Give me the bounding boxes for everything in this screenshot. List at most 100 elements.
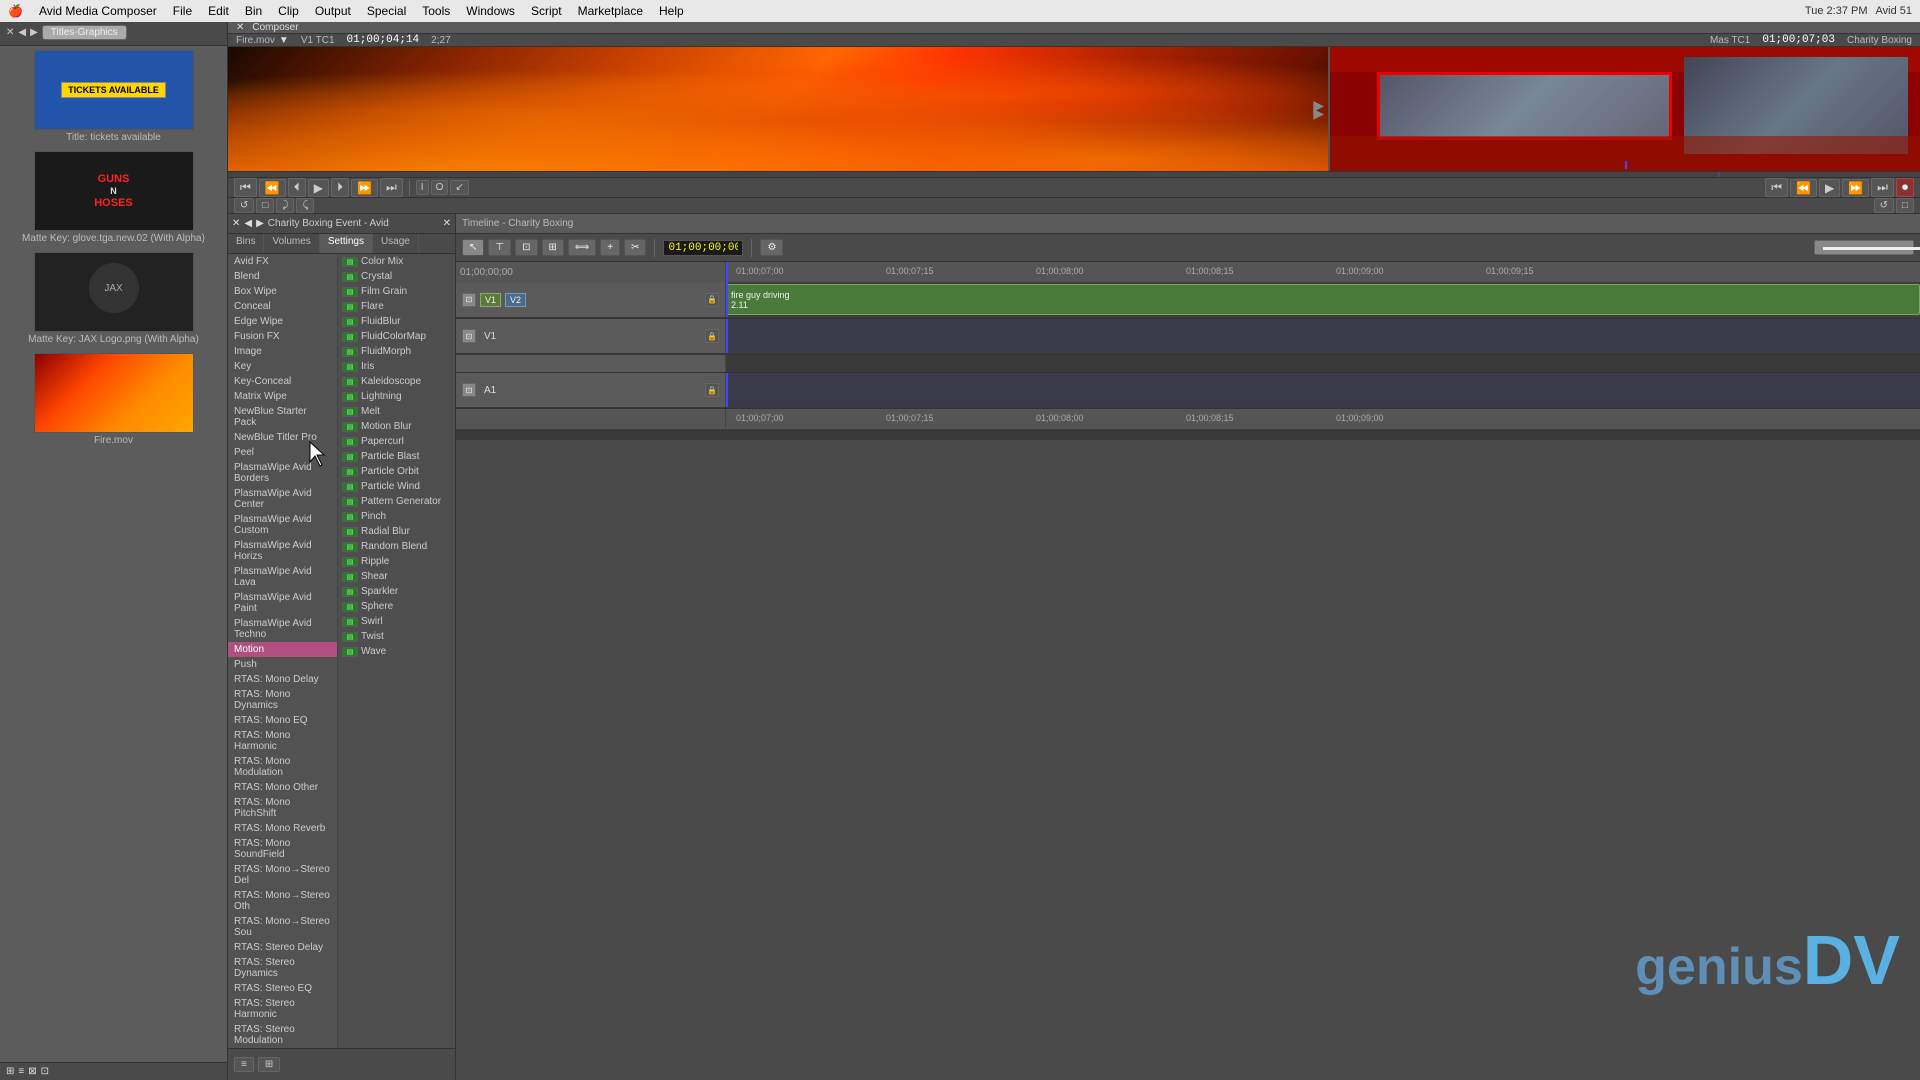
ctrl2-splice[interactable]: ⤸ (276, 198, 294, 213)
tl-tool-razor[interactable]: ✂ (624, 239, 646, 256)
bin-tool-icon[interactable]: ≡ (18, 1066, 24, 1077)
cat-push[interactable]: Push (228, 657, 337, 672)
menu-tools[interactable]: Tools (422, 4, 450, 18)
ctrl-in[interactable]: I (416, 180, 429, 195)
tl-settings[interactable]: ⚙ (760, 239, 783, 256)
cat-motion[interactable]: Motion (228, 642, 337, 657)
ctrl-r-rew[interactable]: ⏪ (1790, 179, 1817, 197)
track-v2-source[interactable]: V2 (505, 293, 526, 307)
tl-tool-add[interactable]: + (600, 239, 620, 256)
apple-menu[interactable]: 🍎 (8, 4, 23, 18)
cat-image[interactable]: Image (228, 344, 337, 359)
ctrl-ff[interactable]: ⏩ (351, 179, 378, 197)
cat-peel[interactable]: Peel (228, 445, 337, 460)
cat-rtas-mono-pitch[interactable]: RTAS: Mono PitchShift (228, 795, 337, 821)
cat-rtas-mono-dyn[interactable]: RTAS: Mono Dynamics (228, 687, 337, 713)
cat-rtas-stereo-eq[interactable]: RTAS: Stereo EQ (228, 981, 337, 996)
cat-fusion-fx[interactable]: Fusion FX (228, 329, 337, 344)
track-clip-v2[interactable]: fire guy driving2.11 (726, 284, 1920, 315)
scrubber-bar[interactable] (228, 171, 1920, 178)
cat-newblue-starter[interactable]: NewBlue Starter Pack (228, 404, 337, 430)
ctrl2-r-mark[interactable]: □ (1896, 198, 1914, 213)
cat-rtas-mono-delay[interactable]: RTAS: Mono Delay (228, 672, 337, 687)
cat-rtas-ms-oth[interactable]: RTAS: Mono→Stereo Oth (228, 888, 337, 914)
cat-blend[interactable]: Blend (228, 269, 337, 284)
tab-usage[interactable]: Usage (373, 234, 419, 253)
cat-plasma-horizs[interactable]: PlasmaWipe Avid Horizs (228, 538, 337, 564)
tab-bins[interactable]: Bins (228, 234, 264, 253)
track-a1-toggle[interactable]: ⊡ (462, 383, 476, 397)
menu-marketplace[interactable]: Marketplace (578, 4, 643, 18)
eff-motion-blur[interactable]: ▤Motion Blur (338, 419, 455, 434)
cat-plasma-borders[interactable]: PlasmaWipe Avid Borders (228, 460, 337, 486)
cat-plasma-techno[interactable]: PlasmaWipe Avid Techno (228, 616, 337, 642)
cat-conceal[interactable]: Conceal (228, 299, 337, 314)
tl-tool-select[interactable]: ⊡ (515, 239, 537, 256)
cat-plasma-custom[interactable]: PlasmaWipe Avid Custom (228, 512, 337, 538)
menu-windows[interactable]: Windows (466, 4, 515, 18)
eff-fluidcolormap[interactable]: ▤FluidColorMap (338, 329, 455, 344)
bin-tool-icon[interactable]: ⊞ (6, 1066, 14, 1077)
effects-nav-fwd[interactable]: ▶ (256, 218, 264, 229)
effects-apply-btn[interactable]: ≡ (234, 1057, 254, 1072)
ctrl-r-step-fwd[interactable]: ⏭ (1871, 178, 1894, 197)
eff-fluidblur[interactable]: ▤FluidBlur (338, 314, 455, 329)
eff-flare[interactable]: ▤Flare (338, 299, 455, 314)
eff-lightning[interactable]: ▤Lightning (338, 389, 455, 404)
ctrl-step-back[interactable]: ⏮ (234, 178, 257, 197)
close-btn[interactable]: ✕ (236, 22, 244, 33)
source-dropdown[interactable]: ▼ (279, 35, 289, 46)
menu-edit[interactable]: Edit (208, 4, 229, 18)
tab-volumes[interactable]: Volumes (264, 234, 319, 253)
cat-rtas-mono-eq[interactable]: RTAS: Mono EQ (228, 713, 337, 728)
menu-help[interactable]: Help (659, 4, 684, 18)
cat-rtas-mono-other[interactable]: RTAS: Mono Other (228, 780, 337, 795)
cat-rtas-ms-sou[interactable]: RTAS: Mono→Stereo Sou (228, 914, 337, 940)
cat-avid-fx[interactable]: Avid FX (228, 254, 337, 269)
cat-rtas-mono-mod[interactable]: RTAS: Mono Modulation (228, 754, 337, 780)
menu-bin[interactable]: Bin (245, 4, 262, 18)
eff-film-grain[interactable]: ▤Film Grain (338, 284, 455, 299)
cat-plasma-lava[interactable]: PlasmaWipe Avid Lava (228, 564, 337, 590)
eff-pinch[interactable]: ▤Pinch (338, 509, 455, 524)
effects-nav-back[interactable]: ◀ (244, 218, 252, 229)
ctrl-r-rec[interactable]: ⏺ (1896, 178, 1914, 197)
tl-tool-trim[interactable]: ⊤ (488, 239, 511, 256)
cat-key-conceal[interactable]: Key-Conceal (228, 374, 337, 389)
eff-shear[interactable]: ▤Shear (338, 569, 455, 584)
eff-papercurl[interactable]: ▤Papercurl (338, 434, 455, 449)
menu-script[interactable]: Script (531, 4, 562, 18)
eff-random-blend[interactable]: ▤Random Blend (338, 539, 455, 554)
cat-rtas-mono-sound[interactable]: RTAS: Mono SoundField (228, 836, 337, 862)
bin-item[interactable]: Fire.mov (4, 353, 223, 446)
ctrl-mark[interactable]: ↙ (450, 180, 468, 195)
track-v1-toggle[interactable]: ⊡ (462, 329, 476, 343)
effects-filter-btn[interactable]: ⊞ (258, 1057, 280, 1072)
eff-sphere[interactable]: ▤Sphere (338, 599, 455, 614)
eff-sparkler[interactable]: ▤Sparkler (338, 584, 455, 599)
ctrl2-overwrite[interactable]: ⤹ (296, 198, 314, 213)
eff-ripple[interactable]: ▤Ripple (338, 554, 455, 569)
eff-radial-blur[interactable]: ▤Radial Blur (338, 524, 455, 539)
tl-tool-slip[interactable]: ⟺ (568, 239, 596, 256)
tl-audio-btn[interactable]: ▬▬▬▬▬▬▬▬▬▬ (1814, 240, 1914, 255)
bin-tool-icon[interactable]: ⊠ (28, 1066, 36, 1077)
eff-wave[interactable]: ▤Wave (338, 644, 455, 659)
ctrl2-loop[interactable]: ↺ (234, 198, 254, 213)
track-v2-monitor[interactable]: V1 (480, 293, 501, 307)
eff-particle-wind[interactable]: ▤Particle Wind (338, 479, 455, 494)
close-icon[interactable]: ✕ (6, 27, 14, 38)
ctrl-rew[interactable]: ⏪ (259, 179, 286, 197)
effects-close[interactable]: ✕ (232, 218, 240, 229)
cat-plasma-center[interactable]: PlasmaWipe Avid Center (228, 486, 337, 512)
bin-item[interactable]: JAX Matte Key: JAX Logo.png (With Alpha) (4, 252, 223, 345)
ctrl-r-play[interactable]: ▶ (1819, 179, 1840, 197)
menu-special[interactable]: Special (367, 4, 406, 18)
tab-settings[interactable]: Settings (320, 234, 373, 253)
eff-swirl[interactable]: ▤Swirl (338, 614, 455, 629)
ctrl2-mark-clip[interactable]: □ (256, 198, 274, 213)
eff-crystal[interactable]: ▤Crystal (338, 269, 455, 284)
cat-rtas-mono-rev[interactable]: RTAS: Mono Reverb (228, 821, 337, 836)
eff-fluidmorph[interactable]: ▤FluidMorph (338, 344, 455, 359)
menu-output[interactable]: Output (315, 4, 351, 18)
